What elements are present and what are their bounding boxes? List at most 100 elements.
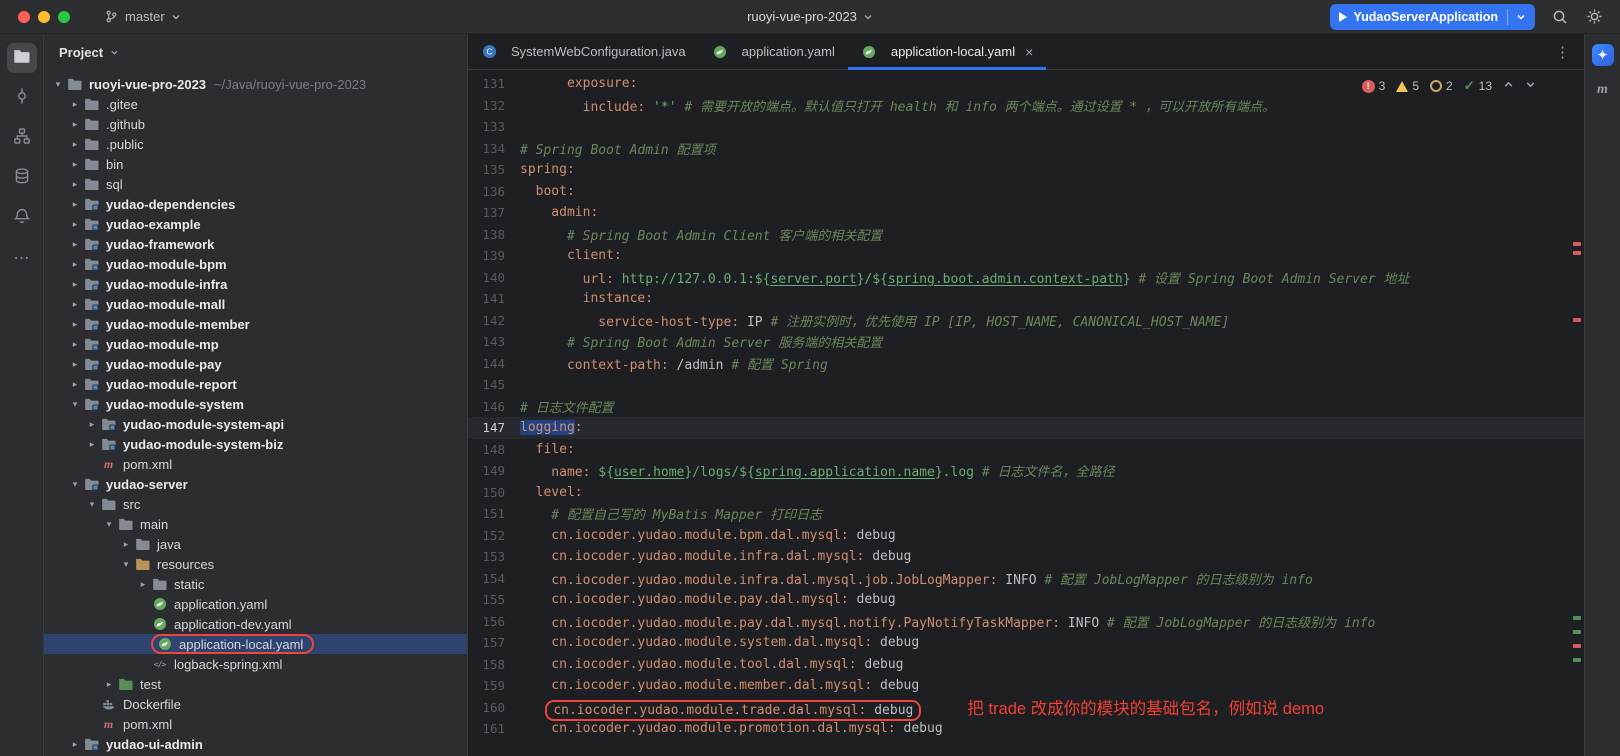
- line-number[interactable]: 150: [468, 485, 520, 500]
- commit-tool-button[interactable]: [7, 83, 37, 113]
- code-line-136[interactable]: 136 boot:: [468, 181, 1584, 203]
- tree-item-yudao-module-bpm[interactable]: ▸yudao-module-bpm: [44, 254, 467, 274]
- code-line-134[interactable]: 134# Spring Boot Admin 配置项: [468, 138, 1584, 160]
- code-line-143[interactable]: 143 # Spring Boot Admin Server 服务端的相关配置: [468, 331, 1584, 353]
- code-line-158[interactable]: 158 cn.iocoder.yudao.module.tool.dal.mys…: [468, 654, 1584, 676]
- line-number[interactable]: 147: [468, 420, 520, 435]
- tree-item-sql[interactable]: ▸sql: [44, 174, 467, 194]
- code-line-148[interactable]: 148 file:: [468, 439, 1584, 461]
- tree-chevron-icon[interactable]: ▸: [67, 159, 83, 170]
- code-line-157[interactable]: 157 cn.iocoder.yudao.module.system.dal.m…: [468, 632, 1584, 654]
- warning-count[interactable]: 5: [1396, 79, 1419, 93]
- line-number[interactable]: 141: [468, 291, 520, 306]
- line-number[interactable]: 132: [468, 98, 520, 113]
- code-line-150[interactable]: 150 level:: [468, 482, 1584, 504]
- line-number[interactable]: 152: [468, 528, 520, 543]
- line-number[interactable]: 155: [468, 592, 520, 607]
- tree-item-application-local.yaml[interactable]: application-local.yaml: [44, 634, 467, 654]
- code-line-132[interactable]: 132 include: '*' # 需要开放的端点。默认值只打开 health…: [468, 95, 1584, 117]
- tree-item-yudao-framework[interactable]: ▸yudao-framework: [44, 234, 467, 254]
- run-configuration-button[interactable]: YudaoServerApplication: [1330, 4, 1535, 30]
- tree-item-yudao-module-report[interactable]: ▸yudao-module-report: [44, 374, 467, 394]
- tree-chevron-icon[interactable]: ▸: [67, 319, 83, 330]
- line-number[interactable]: 151: [468, 506, 520, 521]
- close-window-button[interactable]: [18, 11, 30, 23]
- tree-item-yudao-module-system-biz[interactable]: ▸yudao-module-system-biz: [44, 434, 467, 454]
- tree-item-bin[interactable]: ▸bin: [44, 154, 467, 174]
- line-number[interactable]: 160: [468, 700, 520, 715]
- tree-chevron-icon[interactable]: ▾: [84, 499, 100, 510]
- tree-item-yudao-module-pay[interactable]: ▸yudao-module-pay: [44, 354, 467, 374]
- tab-systemwebconfiguration.java[interactable]: CSystemWebConfiguration.java: [468, 34, 699, 69]
- change-mark[interactable]: [1573, 658, 1581, 662]
- weak-warning-count[interactable]: 2: [1430, 79, 1453, 93]
- project-tool-button[interactable]: [7, 43, 37, 73]
- error-count[interactable]: ! 3: [1362, 79, 1386, 93]
- tab-close-icon[interactable]: ×: [1025, 44, 1033, 60]
- line-number[interactable]: 135: [468, 162, 520, 177]
- code-line-159[interactable]: 159 cn.iocoder.yudao.module.member.dal.m…: [468, 675, 1584, 697]
- code-line-151[interactable]: 151 # 配置自己写的 MyBatis Mapper 打印日志: [468, 503, 1584, 525]
- previous-problem-button[interactable]: [1503, 79, 1514, 93]
- tree-chevron-icon[interactable]: ▸: [67, 379, 83, 390]
- notifications-tool-button[interactable]: [7, 203, 37, 233]
- code-line-160[interactable]: 160 cn.iocoder.yudao.module.trade.dal.my…: [468, 697, 1584, 719]
- line-number[interactable]: 156: [468, 614, 520, 629]
- code-line-156[interactable]: 156 cn.iocoder.yudao.module.pay.dal.mysq…: [468, 611, 1584, 633]
- run-config-chevron-icon[interactable]: [1516, 12, 1526, 22]
- editor-scrollbar-stripe[interactable]: [1571, 70, 1584, 756]
- code-line-147[interactable]: 147logging:: [468, 417, 1584, 439]
- editor[interactable]: 131 exposure:132 include: '*' # 需要开放的端点。…: [468, 70, 1584, 756]
- tree-chevron-icon[interactable]: ▸: [67, 199, 83, 210]
- code-line-138[interactable]: 138 # Spring Boot Admin Client 客户端的相关配置: [468, 224, 1584, 246]
- tree-chevron-icon[interactable]: ▸: [67, 299, 83, 310]
- code-line-141[interactable]: 141 instance:: [468, 288, 1584, 310]
- tab-application-local.yaml[interactable]: application-local.yaml×: [848, 34, 1046, 69]
- minimize-window-button[interactable]: [38, 11, 50, 23]
- line-number[interactable]: 142: [468, 313, 520, 328]
- structure-tool-button[interactable]: [7, 123, 37, 153]
- change-mark[interactable]: [1573, 616, 1581, 620]
- code-line-145[interactable]: 145: [468, 374, 1584, 396]
- tree-item-yudao-server[interactable]: ▾yudao-server: [44, 474, 467, 494]
- tree-item-yudao-module-mp[interactable]: ▸yudao-module-mp: [44, 334, 467, 354]
- tree-item-yudao-module-member[interactable]: ▸yudao-module-member: [44, 314, 467, 334]
- tree-chevron-icon[interactable]: ▸: [67, 259, 83, 270]
- line-number[interactable]: 158: [468, 657, 520, 672]
- tree-item-yudao-dependencies[interactable]: ▸yudao-dependencies: [44, 194, 467, 214]
- maven-tool-button[interactable]: m: [1597, 82, 1608, 98]
- tree-chevron-icon[interactable]: ▾: [67, 479, 83, 490]
- tree-item-yudao-module-system-api[interactable]: ▸yudao-module-system-api: [44, 414, 467, 434]
- tab-options-kebab-icon[interactable]: ⋮: [1555, 43, 1570, 61]
- tree-chevron-icon[interactable]: ▸: [118, 539, 134, 550]
- line-number[interactable]: 154: [468, 571, 520, 586]
- line-number[interactable]: 138: [468, 227, 520, 242]
- settings-gear-icon[interactable]: [1585, 7, 1604, 26]
- database-tool-button[interactable]: [7, 163, 37, 193]
- tree-item-yudao-module-mall[interactable]: ▸yudao-module-mall: [44, 294, 467, 314]
- tree-chevron-icon[interactable]: ▸: [67, 179, 83, 190]
- tree-item-logback-spring.xml[interactable]: </>logback-spring.xml: [44, 654, 467, 674]
- code-line-153[interactable]: 153 cn.iocoder.yudao.module.infra.dal.my…: [468, 546, 1584, 568]
- tree-chevron-icon[interactable]: ▾: [101, 519, 117, 530]
- line-number[interactable]: 143: [468, 334, 520, 349]
- code-line-161[interactable]: 161 cn.iocoder.yudao.module.promotion.da…: [468, 718, 1584, 740]
- tree-item-application.yaml[interactable]: application.yaml: [44, 594, 467, 614]
- tree-item-java[interactable]: ▸java: [44, 534, 467, 554]
- tree-chevron-icon[interactable]: ▸: [67, 239, 83, 250]
- tree-chevron-icon[interactable]: ▾: [67, 399, 83, 410]
- code-line-142[interactable]: 142 service-host-type: IP # 注册实例时，优先使用 I…: [468, 310, 1584, 332]
- code-line-149[interactable]: 149 name: ${user.home}/logs/${spring.app…: [468, 460, 1584, 482]
- error-mark[interactable]: [1573, 644, 1581, 648]
- tree-chevron-icon[interactable]: ▸: [67, 119, 83, 130]
- line-number[interactable]: 159: [468, 678, 520, 693]
- line-number[interactable]: 136: [468, 184, 520, 199]
- line-number[interactable]: 140: [468, 270, 520, 285]
- tree-item-pom.xml[interactable]: mpom.xml: [44, 714, 467, 734]
- tree-item-application-dev.yaml[interactable]: application-dev.yaml: [44, 614, 467, 634]
- tree-item-main[interactable]: ▾main: [44, 514, 467, 534]
- tree-item-yudao-module-system[interactable]: ▾yudao-module-system: [44, 394, 467, 414]
- line-number[interactable]: 148: [468, 442, 520, 457]
- tree-chevron-icon[interactable]: ▸: [67, 219, 83, 230]
- line-number[interactable]: 149: [468, 463, 520, 478]
